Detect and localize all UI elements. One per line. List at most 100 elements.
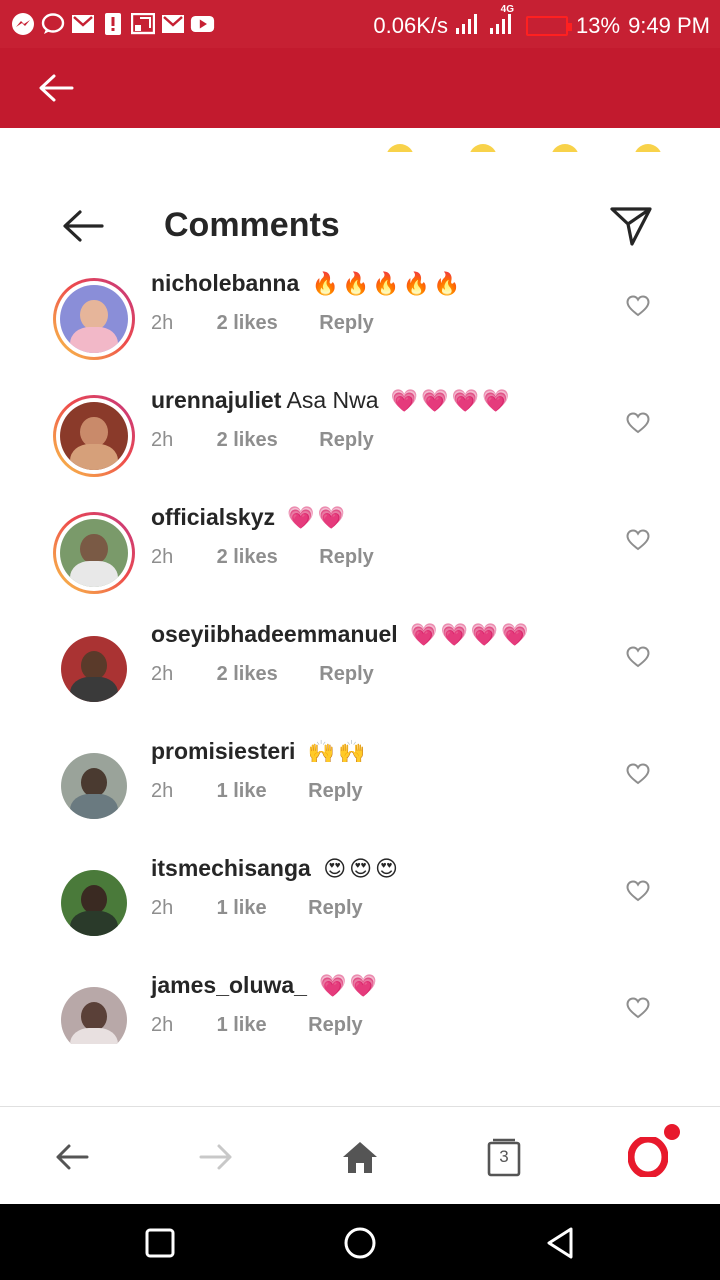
reply-button[interactable]: Reply (319, 663, 373, 686)
back-arrow-icon[interactable] (60, 206, 106, 246)
comment-item: james_oluwa_ 💗💗 2h 1 like Reply (0, 968, 720, 1044)
comment-item: promisiesteri 🙌🙌 2h 1 like Reply (0, 734, 720, 851)
comment-emoji: 🙌🙌 (307, 739, 369, 764)
comment-time: 2h (151, 663, 174, 685)
chat-icon (40, 11, 65, 36)
comment-username[interactable]: promisiesteri (151, 738, 295, 764)
gmail-icon (160, 11, 185, 36)
reply-button[interactable]: Reply (319, 312, 373, 335)
comment-emoji: 😍😍😍 (323, 856, 401, 881)
notification-dot (664, 1124, 680, 1140)
like-heart-icon[interactable] (626, 529, 650, 551)
page-content: Comments nicholebanna 🔥🔥🔥🔥🔥 2h 2 likes R… (0, 128, 720, 1106)
battery-percent: 13% (576, 13, 621, 38)
emoji-peek (551, 144, 579, 152)
comment-time: 2h (151, 780, 174, 802)
avatar (60, 519, 128, 587)
youtube-icon (190, 11, 215, 36)
opera-menu-icon[interactable] (628, 1137, 668, 1177)
avatar-story-ring[interactable] (53, 395, 135, 477)
avatar[interactable] (61, 870, 127, 936)
comment-item: oseyiibhadeemmanuel 💗💗💗💗 2h 2 likes Repl… (0, 617, 720, 734)
avatar-story-ring[interactable] (53, 278, 135, 360)
comment-item: itsmechisanga 😍😍😍 2h 1 like Reply (0, 851, 720, 968)
recents-icon[interactable] (143, 1226, 177, 1260)
comment-emoji: 💗💗 (287, 505, 349, 530)
avatar[interactable] (61, 987, 127, 1044)
comment-likes[interactable]: 1 like (217, 897, 267, 920)
like-heart-icon[interactable] (626, 763, 650, 785)
avatar-story-ring[interactable] (53, 512, 135, 594)
reply-button[interactable]: Reply (319, 429, 373, 452)
comment-likes[interactable]: 2 likes (217, 429, 278, 452)
browser-forward-icon[interactable] (196, 1137, 236, 1177)
reply-button[interactable]: Reply (308, 897, 362, 920)
comment-likes[interactable]: 1 like (217, 1014, 267, 1037)
comment-emoji: 💗💗💗💗 (410, 622, 532, 647)
comment-item: nicholebanna 🔥🔥🔥🔥🔥 2h 2 likes Reply (0, 266, 720, 383)
avatar[interactable] (61, 753, 127, 819)
comment-emoji: 💗💗 (319, 973, 381, 998)
back-nav-icon[interactable] (543, 1226, 577, 1260)
emoji-peek (469, 144, 497, 152)
comment-likes[interactable]: 2 likes (217, 663, 278, 686)
browser-back-icon[interactable] (52, 1137, 92, 1177)
browser-app-bar (0, 48, 720, 128)
cast-icon (130, 11, 155, 36)
reply-button[interactable]: Reply (308, 1014, 362, 1037)
avatar[interactable] (61, 636, 127, 702)
emoji-peek (386, 144, 414, 152)
previous-content-peek (0, 140, 720, 152)
comment-likes[interactable]: 2 likes (217, 546, 278, 569)
battery-icon (526, 16, 573, 36)
comment-likes[interactable]: 2 likes (217, 312, 278, 335)
notification-icons (10, 11, 215, 36)
tabs-button[interactable]: 3 (484, 1137, 524, 1177)
comment-time: 2h (151, 546, 174, 568)
back-arrow-icon[interactable] (36, 68, 76, 108)
net-speed: 0.06K/s (373, 13, 449, 38)
comment-time: 2h (151, 429, 174, 451)
comment-list: nicholebanna 🔥🔥🔥🔥🔥 2h 2 likes Reply uren… (0, 266, 720, 1044)
android-nav-bar (0, 1204, 720, 1280)
send-icon[interactable] (608, 204, 654, 248)
comment-time: 2h (151, 1014, 174, 1036)
messenger-icon (10, 11, 35, 36)
emoji-peek (634, 144, 662, 152)
comment-username[interactable]: james_oluwa_ (151, 972, 307, 998)
like-heart-icon[interactable] (626, 412, 650, 434)
like-heart-icon[interactable] (626, 646, 650, 668)
comment-emoji: 💗💗💗💗 (390, 388, 513, 413)
gmail-icon (70, 11, 95, 36)
reply-button[interactable]: Reply (308, 780, 362, 803)
comment-item: officialskyz 💗💗 2h 2 likes Reply (0, 500, 720, 617)
like-heart-icon[interactable] (626, 295, 650, 317)
comment-username[interactable]: oseyiibhadeemmanuel (151, 621, 398, 647)
status-right: 0.06K/s 4G 13% 9:49 PM (373, 4, 710, 42)
like-heart-icon[interactable] (626, 880, 650, 902)
comment-username[interactable]: urennajuliet (151, 387, 281, 413)
avatar (60, 285, 128, 353)
network-type: 4G (500, 4, 514, 15)
reply-button[interactable]: Reply (319, 546, 373, 569)
comment-username[interactable]: nicholebanna (151, 270, 299, 296)
comment-likes[interactable]: 1 like (217, 780, 267, 803)
comments-header: Comments (0, 198, 720, 254)
comment-time: 2h (151, 897, 174, 919)
alert-icon (100, 11, 125, 36)
home-icon[interactable] (340, 1137, 380, 1177)
like-heart-icon[interactable] (626, 997, 650, 1019)
avatar (60, 402, 128, 470)
page-title: Comments (164, 206, 340, 244)
comment-time: 2h (151, 312, 174, 334)
comment-username[interactable]: officialskyz (151, 504, 275, 530)
comment-emoji: 🔥🔥🔥🔥🔥 (311, 271, 464, 296)
status-bar: 0.06K/s 4G 13% 9:49 PM (0, 0, 720, 48)
browser-bottom-bar: 3 (0, 1106, 720, 1204)
comment-username[interactable]: itsmechisanga (151, 855, 311, 881)
tab-count: 3 (499, 1147, 509, 1166)
clock: 9:49 PM (628, 13, 710, 38)
home-nav-icon[interactable] (343, 1226, 377, 1260)
comment-item: urennajuliet Asa Nwa 💗💗💗💗 2h 2 likes Rep… (0, 383, 720, 500)
comment-text: Asa Nwa (286, 387, 379, 413)
